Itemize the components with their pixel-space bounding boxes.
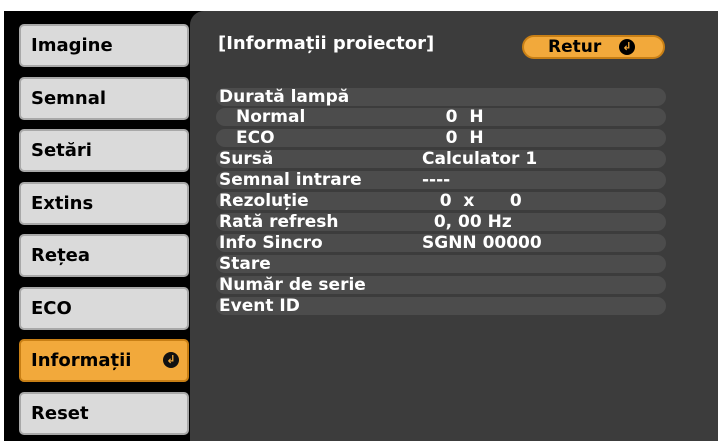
menu-item-label: Imagine: [31, 35, 113, 56]
row-label: Rată refresh: [219, 212, 339, 232]
row-value: 0 H: [422, 128, 484, 148]
row-value: SGNN 00000: [422, 233, 542, 253]
row-value: 0 x 0: [422, 191, 522, 211]
enter-icon: ↲: [619, 39, 635, 55]
return-button[interactable]: Retur ↲: [522, 35, 665, 59]
info-row-source: Sursă Calculator 1: [216, 150, 666, 168]
row-label: Semnal intrare: [219, 170, 362, 190]
row-label: Normal: [236, 107, 306, 127]
row-label: Durată lampă: [219, 87, 350, 107]
info-row-event-id: Event ID: [216, 297, 666, 315]
info-row-lamp-hours: Durată lampă: [216, 88, 666, 106]
row-label: Număr de serie: [219, 275, 366, 295]
row-label: Rezoluție: [219, 191, 309, 211]
menu-item-retea[interactable]: Rețea: [19, 234, 189, 277]
row-value: Calculator 1: [422, 149, 538, 169]
row-value: 0 H: [422, 107, 484, 127]
info-row-serial-number: Număr de serie: [216, 276, 666, 294]
row-label: Sursă: [219, 149, 274, 169]
panel-title: [Informații proiector]: [218, 33, 435, 54]
row-label: Event ID: [219, 296, 300, 316]
menu-item-label: Informații: [31, 350, 132, 371]
menu-item-reset[interactable]: Reset: [19, 392, 189, 435]
menu-item-eco[interactable]: ECO: [19, 287, 189, 330]
enter-icon: ↲: [163, 352, 179, 368]
info-row-resolution: Rezoluție 0 x 0: [216, 192, 666, 210]
menu-item-label: Reset: [31, 403, 89, 424]
info-row-input-signal: Semnal intrare ----: [216, 171, 666, 189]
info-row-eco: ECO 0 H: [216, 129, 666, 147]
menu-item-imagine[interactable]: Imagine: [19, 24, 189, 67]
row-label: Stare: [219, 254, 271, 274]
menu-item-label: Extins: [31, 193, 94, 214]
menu-item-label: Semnal: [31, 88, 107, 109]
menu-item-label: Rețea: [31, 245, 91, 266]
row-label: Info Sincro: [219, 233, 323, 253]
info-row-normal: Normal 0 H: [216, 108, 666, 126]
menu-item-extins[interactable]: Extins: [19, 182, 189, 225]
row-label: ECO: [236, 128, 275, 148]
menu-item-informatii[interactable]: Informații ↲: [19, 339, 189, 382]
info-panel: [Informații proiector] Retur ↲ Durată la…: [190, 11, 718, 441]
menu-item-label: Setări: [31, 140, 92, 161]
menu-item-setari[interactable]: Setări: [19, 129, 189, 172]
info-row-sync-info: Info Sincro SGNN 00000: [216, 234, 666, 252]
info-row-refresh-rate: Rată refresh 0, 00 Hz: [216, 213, 666, 231]
return-label: Retur: [548, 37, 602, 57]
info-row-status: Stare: [216, 255, 666, 273]
menu-item-label: ECO: [31, 298, 72, 319]
row-value: ----: [422, 170, 451, 190]
projector-screen: Imagine Semnal Setări Extins Rețea ECO I…: [4, 11, 718, 441]
menu-item-semnal[interactable]: Semnal: [19, 77, 189, 120]
row-value: 0, 00 Hz: [422, 212, 512, 232]
